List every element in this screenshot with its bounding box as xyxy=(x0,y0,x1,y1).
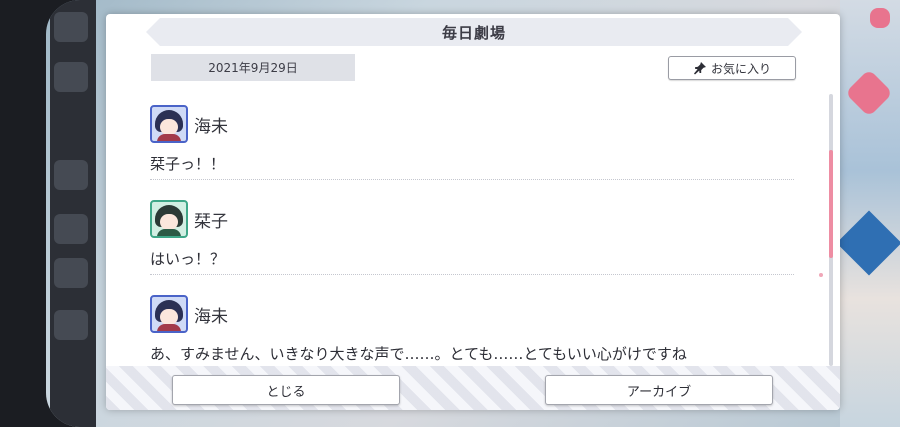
dialogue-text: 栞子っ！！ xyxy=(150,155,226,173)
date-label: 2021年9月29日 xyxy=(151,54,355,81)
speaker-row: 海未 xyxy=(150,102,794,146)
speaker-row: 海未 xyxy=(150,292,794,336)
pin-icon xyxy=(693,62,706,75)
favorite-button[interactable]: お気に入り xyxy=(668,56,796,80)
screen-icon[interactable] xyxy=(54,214,88,244)
dialogue-entry: 海未 あ、すみません、いきなり大きな声で……。とても……とてもいい心がけですね xyxy=(150,292,794,366)
favorite-label: お気に入り xyxy=(710,61,771,76)
present-icon[interactable] xyxy=(54,160,88,190)
dialog-title: 毎日劇場 xyxy=(441,23,506,42)
close-button[interactable]: とじる xyxy=(172,375,400,405)
speaker-name: 海未 xyxy=(194,306,228,327)
speaker-name: 栞子 xyxy=(194,211,228,232)
dialog-footer: とじる アーカイブ xyxy=(106,366,840,410)
daily-theater-dialog: 毎日劇場 2021年9月29日 お気に入り 海未 栞子っ！！ 栞子 はいっ！？ … xyxy=(106,14,840,410)
dialogue-entry: 海未 栞子っ！！ xyxy=(150,102,794,180)
fullscreen-icon[interactable] xyxy=(54,310,88,340)
sparkle-dot xyxy=(819,273,823,277)
dialogue-text: あ、すみません、いきなり大きな声で……。とても……とてもいい心がけですね xyxy=(150,345,687,363)
umi-avatar xyxy=(150,295,188,333)
archive-button[interactable]: アーカイブ xyxy=(545,375,773,405)
entry-divider xyxy=(150,274,794,275)
notification-badge xyxy=(870,8,890,28)
shioriko-avatar xyxy=(150,200,188,238)
dialogue-log[interactable]: 海未 栞子っ！！ 栞子 はいっ！？ 海未 あ、すみません、いきなり大きな声で……… xyxy=(150,102,794,370)
chat-icon[interactable] xyxy=(54,62,88,92)
camera-icon[interactable] xyxy=(54,258,88,288)
speaker-row: 栞子 xyxy=(150,197,794,241)
dialogue-text: はいっ！？ xyxy=(150,250,226,268)
dialog-title-bar: 毎日劇場 xyxy=(146,18,802,46)
speaker-name: 海未 xyxy=(194,116,228,137)
umi-avatar xyxy=(150,105,188,143)
scrollbar-thumb[interactable] xyxy=(829,150,833,258)
menu-icon[interactable] xyxy=(54,12,88,42)
entry-divider xyxy=(150,179,794,180)
dialogue-entry: 栞子 はいっ！？ xyxy=(150,197,794,275)
